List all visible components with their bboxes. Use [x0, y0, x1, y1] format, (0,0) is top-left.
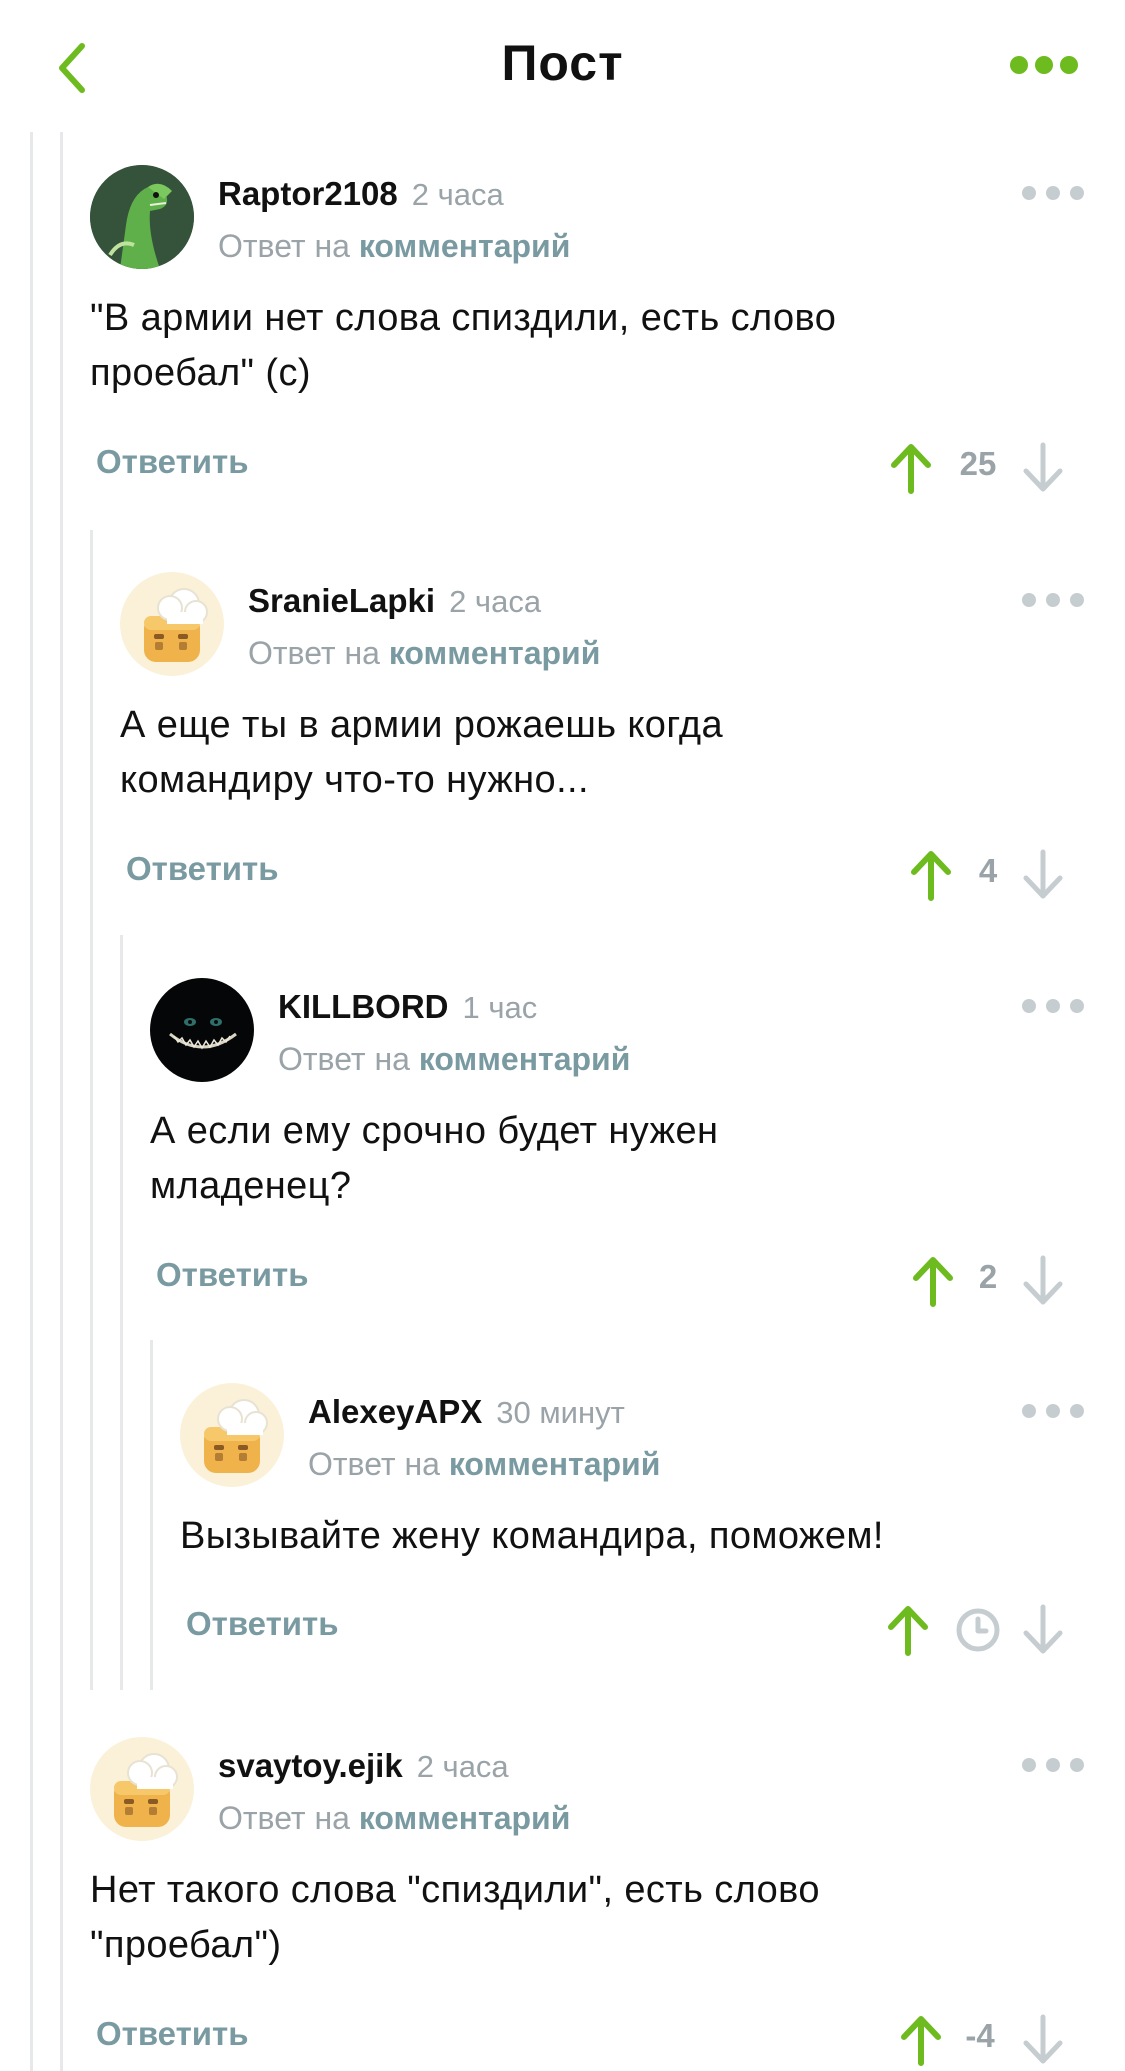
- reply-button[interactable]: Ответить: [126, 850, 279, 888]
- username[interactable]: KILLBORD 1 час: [278, 988, 537, 1026]
- avatar[interactable]: [90, 1737, 194, 1841]
- avatar[interactable]: [90, 165, 194, 269]
- upvote-arrow-icon[interactable]: [888, 441, 934, 495]
- more-dots-icon: [1010, 56, 1078, 74]
- thread-line-level-2: [90, 530, 93, 1690]
- dark-smile-avatar-icon: [150, 978, 254, 1082]
- top-bar: Пост: [0, 0, 1125, 132]
- thread-line-level-4: [150, 1340, 153, 1690]
- comment-time: 30 минут: [496, 1395, 625, 1430]
- thread-line-level-3: [120, 935, 123, 1690]
- comment-menu-icon[interactable]: [1021, 994, 1085, 1018]
- comment-time: 1 час: [462, 990, 538, 1025]
- reply-to-link[interactable]: комментарий: [449, 1446, 661, 1482]
- comment: svaytoy.ejik 2 часа Ответ на комментарий …: [90, 1737, 1085, 2071]
- comment: Raptor2108 2 часа Ответ на комментарий "В…: [90, 165, 1085, 505]
- reply-to-link[interactable]: комментарий: [359, 1800, 571, 1836]
- comment-text: Нет такого слова "спиздили", есть слово …: [90, 1863, 820, 1973]
- reply-to-link[interactable]: комментарий: [359, 228, 571, 264]
- downvote-arrow-icon[interactable]: [1020, 441, 1066, 495]
- username[interactable]: SranieLapki 2 часа: [248, 582, 541, 620]
- comment-text-line: младенец?: [150, 1165, 352, 1207]
- comment-menu-icon[interactable]: [1021, 588, 1085, 612]
- comment-text-line: "проебал"): [90, 1924, 282, 1966]
- reply-button[interactable]: Ответить: [96, 443, 249, 481]
- rating-count: -4: [965, 2017, 995, 2054]
- reply-button[interactable]: Ответить: [186, 1605, 339, 1643]
- comment: AlexeyAPX 30 минут Ответ на комментарий В…: [180, 1383, 1085, 1673]
- comment-text-line: А если ему срочно будет нужен: [150, 1110, 719, 1152]
- clock-icon: [956, 1608, 1000, 1652]
- comment-text-line: "В армии нет слова спиздили, есть слово: [90, 297, 837, 339]
- avatar[interactable]: [120, 572, 224, 676]
- reply-button[interactable]: Ответить: [156, 1256, 309, 1294]
- comment-text: А еще ты в армии рожаешь когда командиру…: [120, 698, 723, 808]
- comment-text: Вызывайте жену командира, поможем!: [180, 1509, 884, 1564]
- avatar[interactable]: [180, 1383, 284, 1487]
- reply-to-label: Ответ на комментарий: [248, 635, 601, 671]
- comment-time: 2 часа: [411, 177, 504, 212]
- page-title: Пост: [501, 35, 624, 91]
- upvote-arrow-icon[interactable]: [908, 848, 954, 902]
- comment-text-line: Вызывайте жену командира, поможем!: [180, 1515, 884, 1557]
- reply-button[interactable]: Ответить: [96, 2015, 249, 2053]
- reply-to-label: Ответ на комментарий: [218, 228, 571, 264]
- default-chef-avatar-icon: [90, 1737, 194, 1841]
- username[interactable]: svaytoy.ejik 2 часа: [218, 1747, 509, 1785]
- comment-menu-icon[interactable]: [1021, 1753, 1085, 1777]
- username[interactable]: AlexeyAPX 30 минут: [308, 1393, 625, 1431]
- thread-line-level-1: [60, 132, 63, 2071]
- comment-menu-icon[interactable]: [1021, 181, 1085, 205]
- comment-text-line: проебал" (с): [90, 352, 311, 394]
- rating-count: 2: [978, 1258, 998, 1295]
- comment-time: 2 часа: [416, 1749, 509, 1784]
- comment-text: А если ему срочно будет нужен младенец?: [150, 1104, 718, 1214]
- reply-to-label: Ответ на комментарий: [308, 1446, 661, 1482]
- comment-menu-icon[interactable]: [1021, 1399, 1085, 1423]
- comment: KILLBORD 1 час Ответ на комментарий А есл…: [150, 978, 1085, 1318]
- avatar[interactable]: [150, 978, 254, 1082]
- reply-to-label: Ответ на комментарий: [278, 1041, 631, 1077]
- downvote-arrow-icon[interactable]: [1020, 2013, 1066, 2067]
- downvote-arrow-icon[interactable]: [1020, 1603, 1066, 1657]
- comment-time: 2 часа: [449, 584, 542, 619]
- rating-count: 25: [959, 445, 997, 482]
- downvote-arrow-icon[interactable]: [1020, 848, 1066, 902]
- upvote-arrow-icon[interactable]: [885, 1603, 931, 1657]
- rating-count: 4: [978, 852, 998, 889]
- downvote-arrow-icon[interactable]: [1020, 1254, 1066, 1308]
- comment: SranieLapki 2 часа Ответ на комментарий А…: [120, 572, 1085, 912]
- reply-to-link[interactable]: комментарий: [419, 1041, 631, 1077]
- comment-text: "В армии нет слова спиздили, есть слово …: [90, 291, 836, 401]
- upvote-arrow-icon[interactable]: [898, 2013, 944, 2067]
- dinosaur-avatar-icon: [90, 165, 194, 269]
- username[interactable]: Raptor2108 2 часа: [218, 175, 504, 213]
- upvote-arrow-icon[interactable]: [910, 1254, 956, 1308]
- more-menu-button[interactable]: [1009, 50, 1079, 80]
- comment-text-line: А еще ты в армии рожаешь когда: [120, 704, 724, 746]
- default-chef-avatar-icon: [120, 572, 224, 676]
- comment-text-line: Нет такого слова "спиздили", есть слово: [90, 1869, 820, 1911]
- reply-to-link[interactable]: комментарий: [389, 635, 601, 671]
- default-chef-avatar-icon: [180, 1383, 284, 1487]
- reply-to-label: Ответ на комментарий: [218, 1800, 571, 1836]
- thread-line-root: [30, 132, 33, 2071]
- comment-text-line: командиру что-то нужно...: [120, 759, 589, 801]
